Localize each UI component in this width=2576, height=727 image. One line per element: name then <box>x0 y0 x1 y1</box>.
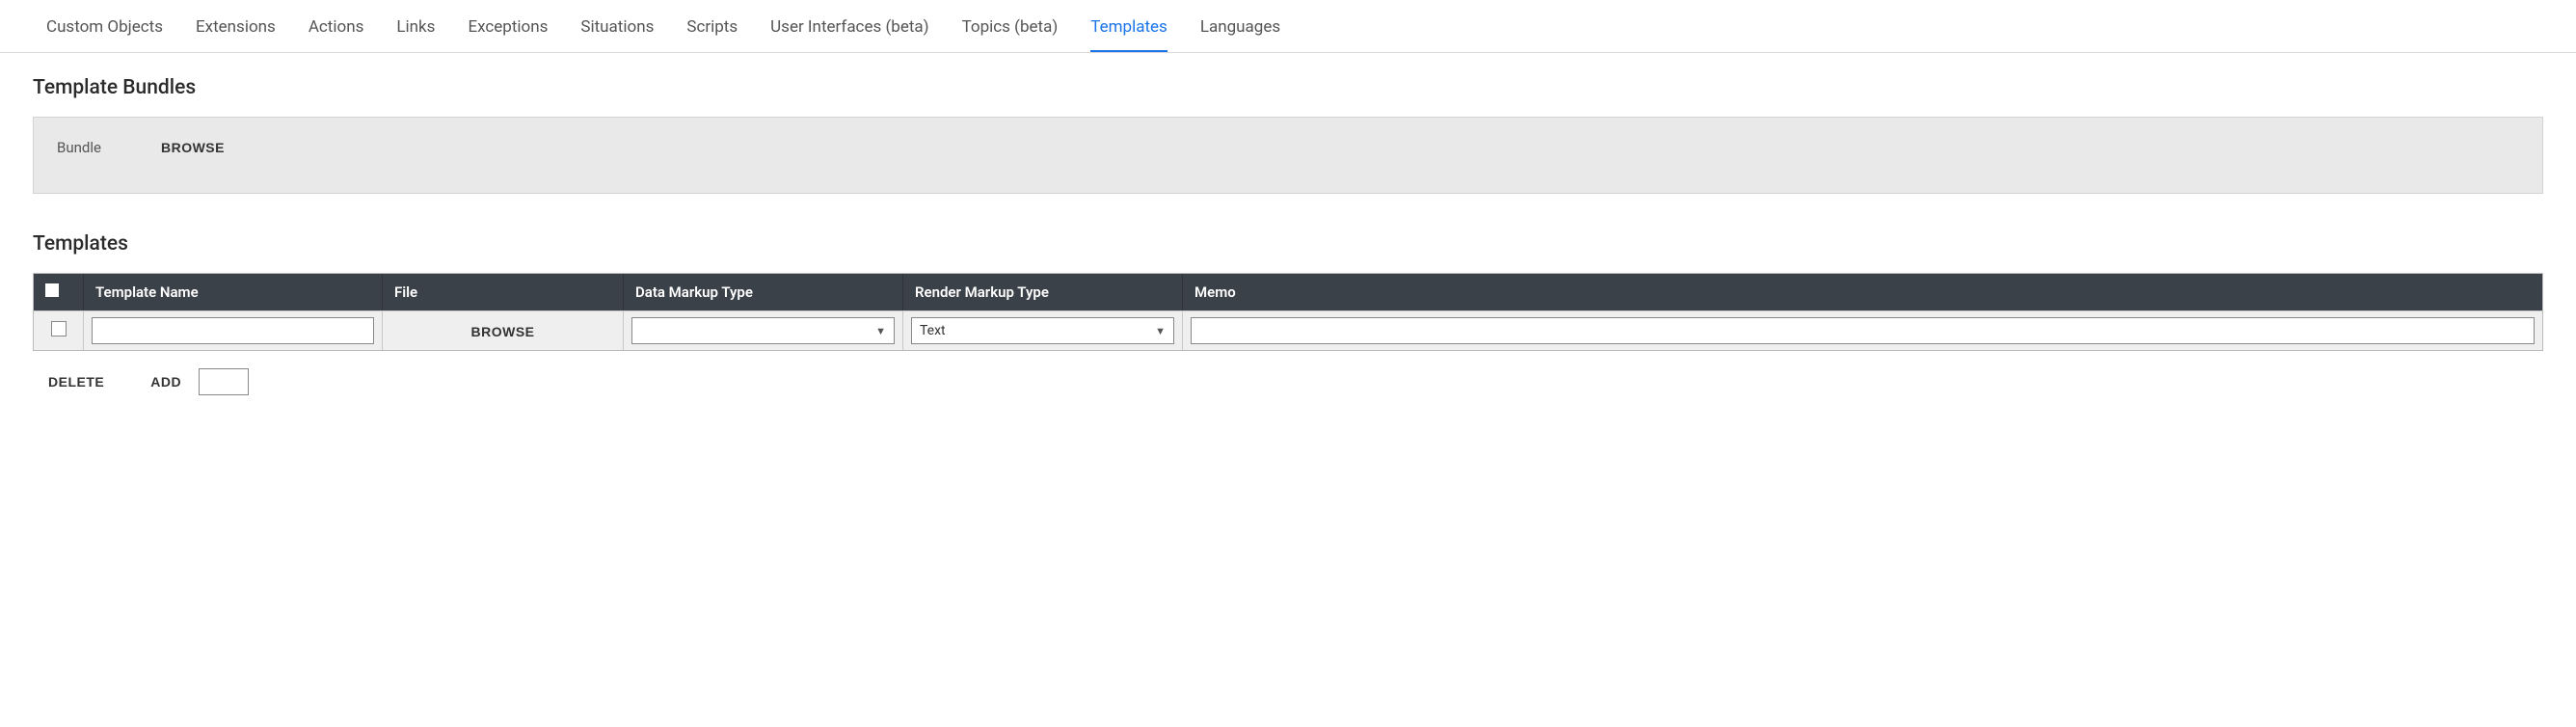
header-render-markup-type: Render Markup Type <box>903 274 1183 310</box>
bundle-panel: Bundle BROWSE <box>33 117 2543 194</box>
render-markup-type-value: Text <box>920 323 1155 338</box>
data-markup-type-select[interactable]: ▼ <box>631 317 895 344</box>
actions-row: DELETE ADD <box>33 351 2543 395</box>
add-button[interactable]: ADD <box>150 374 181 390</box>
checkbox-icon <box>45 283 59 297</box>
bundle-browse-button[interactable]: BROWSE <box>161 140 225 155</box>
header-template-name: Template Name <box>84 274 383 310</box>
header-memo: Memo <box>1183 274 2542 310</box>
memo-input[interactable] <box>1191 317 2535 344</box>
tab-languages[interactable]: Languages <box>1200 10 1280 52</box>
tab-bar: Custom Objects Extensions Actions Links … <box>0 0 2576 53</box>
templates-table: Template Name File Data Markup Type Rend… <box>33 273 2543 351</box>
file-browse-button[interactable]: BROWSE <box>471 324 535 339</box>
table-row: BROWSE ▼ Text ▼ <box>34 310 2542 350</box>
chevron-down-icon: ▼ <box>1155 325 1166 337</box>
tab-situations[interactable]: Situations <box>580 10 654 52</box>
template-name-input[interactable] <box>92 317 374 344</box>
tab-user-interfaces[interactable]: User Interfaces (beta) <box>770 10 928 52</box>
delete-button[interactable]: DELETE <box>48 374 104 390</box>
row-checkbox[interactable] <box>51 321 67 337</box>
tab-scripts[interactable]: Scripts <box>686 10 738 52</box>
bundles-heading: Template Bundles <box>33 76 2543 99</box>
render-markup-type-select[interactable]: Text ▼ <box>911 317 1174 344</box>
tab-templates[interactable]: Templates <box>1090 10 1167 52</box>
header-select-all[interactable] <box>34 274 84 310</box>
add-count-input[interactable] <box>199 368 249 395</box>
tab-links[interactable]: Links <box>396 10 435 52</box>
tab-custom-objects[interactable]: Custom Objects <box>46 10 163 52</box>
bundle-label: Bundle <box>57 139 101 156</box>
header-file: File <box>383 274 624 310</box>
templates-heading: Templates <box>33 232 2543 256</box>
tab-actions[interactable]: Actions <box>309 10 364 52</box>
header-data-markup-type: Data Markup Type <box>624 274 903 310</box>
tab-exceptions[interactable]: Exceptions <box>468 10 548 52</box>
tab-topics[interactable]: Topics (beta) <box>962 10 1059 52</box>
chevron-down-icon: ▼ <box>875 325 886 337</box>
tab-extensions[interactable]: Extensions <box>196 10 276 52</box>
